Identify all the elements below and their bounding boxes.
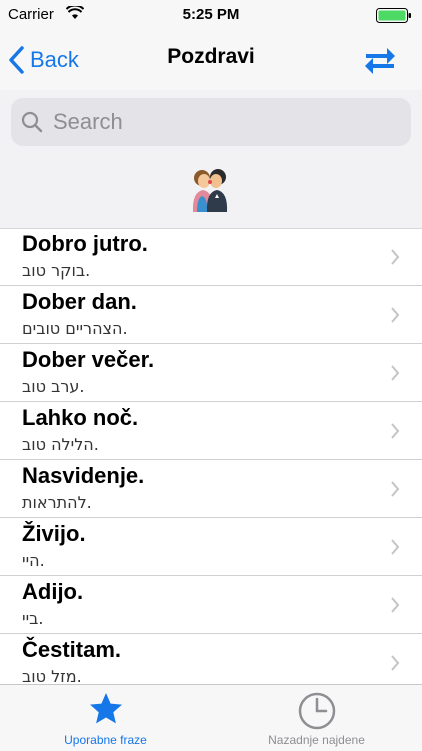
chevron-right-icon	[391, 481, 400, 497]
chevron-right-icon	[391, 597, 400, 613]
tab-label: Nazadnje najdene	[268, 733, 365, 747]
phrase-title: Adijo.	[22, 579, 84, 604]
phrase-translation: ערב טוב.	[22, 377, 85, 396]
phrase-translation: מזל טוב.	[22, 667, 82, 684]
star-icon	[89, 693, 122, 724]
phrase-title: Dober dan.	[22, 289, 137, 314]
list-item[interactable]: Nasvidenje. להתראות.	[0, 460, 422, 518]
tab-recently-found[interactable]: Nazadnje najdene	[211, 685, 422, 751]
search-input[interactable]	[51, 108, 385, 136]
chevron-right-icon	[391, 249, 400, 265]
navigation-bar: Back Pozdravi	[0, 30, 422, 90]
phrase-translation: הלילה טוב.	[22, 435, 99, 454]
phrase-title: Nasvidenje.	[22, 463, 145, 488]
chevron-right-icon	[391, 365, 400, 381]
battery-icon	[376, 8, 412, 27]
phrase-translation: היי.	[22, 551, 45, 570]
page-title: Pozdravi	[167, 45, 255, 68]
phrase-title: Živijo.	[22, 521, 86, 546]
search-box[interactable]	[11, 98, 411, 146]
couple-kissing-icon	[192, 169, 228, 212]
list-item[interactable]: Dobro jutro. בוקר טוב.	[0, 228, 422, 286]
list-item[interactable]: Lahko noč. הלילה טוב.	[0, 402, 422, 460]
clock-icon	[298, 692, 335, 730]
search-icon	[21, 111, 43, 133]
phrase-translation: להתראות.	[22, 493, 92, 512]
swap-language-button[interactable]	[360, 40, 400, 80]
search-area	[0, 90, 422, 229]
list-item[interactable]: Čestitam. מזל טוב.	[0, 634, 422, 684]
status-time: 5:25 PM	[182, 6, 240, 23]
tab-bar: Uporabne fraze Nazadnje najdene	[0, 684, 422, 751]
phrase-translation: בוקר טוב.	[22, 261, 91, 280]
list-item[interactable]: Dober večer. ערב טוב.	[0, 344, 422, 402]
phrase-title: Dober večer.	[22, 347, 155, 372]
phrase-translation: ביי.	[22, 609, 44, 628]
phrase-title: Lahko noč.	[22, 405, 139, 430]
chevron-right-icon	[391, 307, 400, 323]
phrase-list: Dobro jutro. בוקר טוב. Dober dan. הצהריי…	[0, 228, 422, 684]
status-bar: Carrier 5:25 PM	[0, 0, 422, 30]
phrase-title: Čestitam.	[22, 637, 122, 662]
phrase-title: Dobro jutro.	[22, 231, 148, 256]
list-item[interactable]: Dober dan. הצהריים טובים.	[0, 286, 422, 344]
chevron-right-icon	[391, 423, 400, 439]
chevron-right-icon	[391, 655, 400, 671]
list-item[interactable]: Adijo. ביי.	[0, 576, 422, 634]
chevron-right-icon	[391, 539, 400, 555]
tab-useful-phrases[interactable]: Uporabne fraze	[0, 685, 211, 751]
list-item[interactable]: Živijo. היי.	[0, 518, 422, 576]
swap-arrows-icon	[365, 48, 395, 74]
tab-label: Uporabne fraze	[64, 733, 147, 747]
phrase-translation: הצהריים טובים.	[22, 319, 128, 338]
